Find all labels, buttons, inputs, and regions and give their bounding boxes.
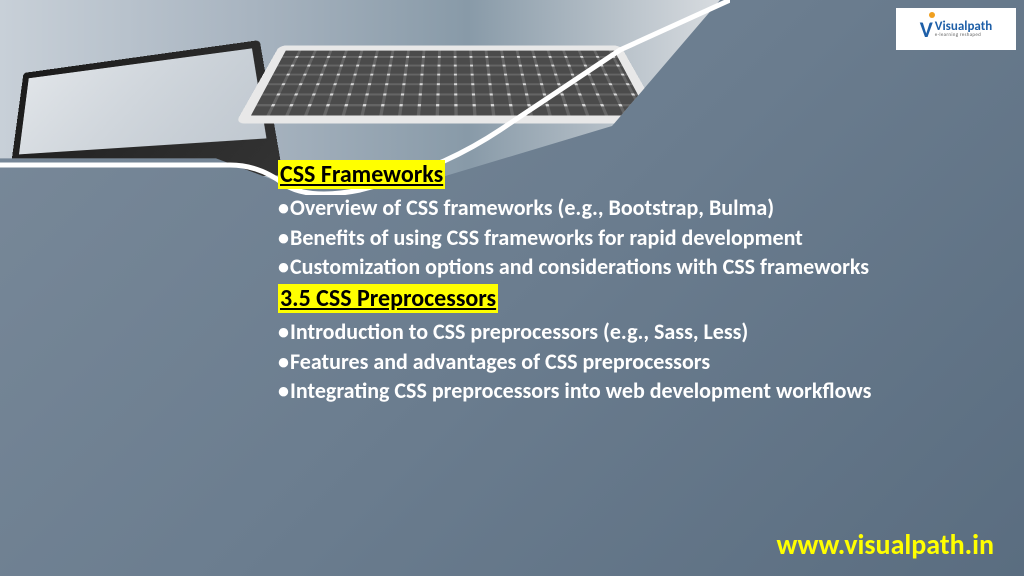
list-item: Features and advantages of CSS preproces… bbox=[278, 347, 978, 377]
list-item: Customization options and considerations… bbox=[278, 252, 978, 282]
logo-content: V Visualpath e-learning reshaped bbox=[920, 16, 992, 43]
footer-website-url: www.visualpath.in bbox=[776, 527, 994, 562]
logo-mark-icon: V bbox=[920, 16, 933, 43]
logo-text-group: Visualpath e-learning reshaped bbox=[935, 20, 992, 38]
keyboard-keys-graphic bbox=[251, 51, 649, 116]
list-item: Overview of CSS frameworks (e.g., Bootst… bbox=[278, 193, 978, 223]
header-decorative-image bbox=[0, 0, 720, 180]
section-heading-frameworks: CSS Frameworks bbox=[278, 160, 445, 189]
slide-content: CSS Frameworks Overview of CSS framework… bbox=[278, 160, 978, 406]
brand-logo: V Visualpath e-learning reshaped bbox=[896, 8, 1016, 50]
frameworks-bullet-list: Overview of CSS frameworks (e.g., Bootst… bbox=[278, 193, 978, 282]
list-item: Introduction to CSS preprocessors (e.g.,… bbox=[278, 317, 978, 347]
header-image-container bbox=[0, 0, 720, 180]
section-heading-preprocessors: 3.5 CSS Preprocessors bbox=[278, 284, 498, 313]
keyboard-graphic bbox=[235, 45, 664, 123]
list-item: Benefits of using CSS frameworks for rap… bbox=[278, 223, 978, 253]
preprocessors-bullet-list: Introduction to CSS preprocessors (e.g.,… bbox=[278, 317, 978, 406]
list-item: Integrating CSS preprocessors into web d… bbox=[278, 376, 978, 406]
laptop-screen-graphic bbox=[19, 48, 267, 154]
logo-tagline: e-learning reshaped bbox=[935, 33, 992, 38]
